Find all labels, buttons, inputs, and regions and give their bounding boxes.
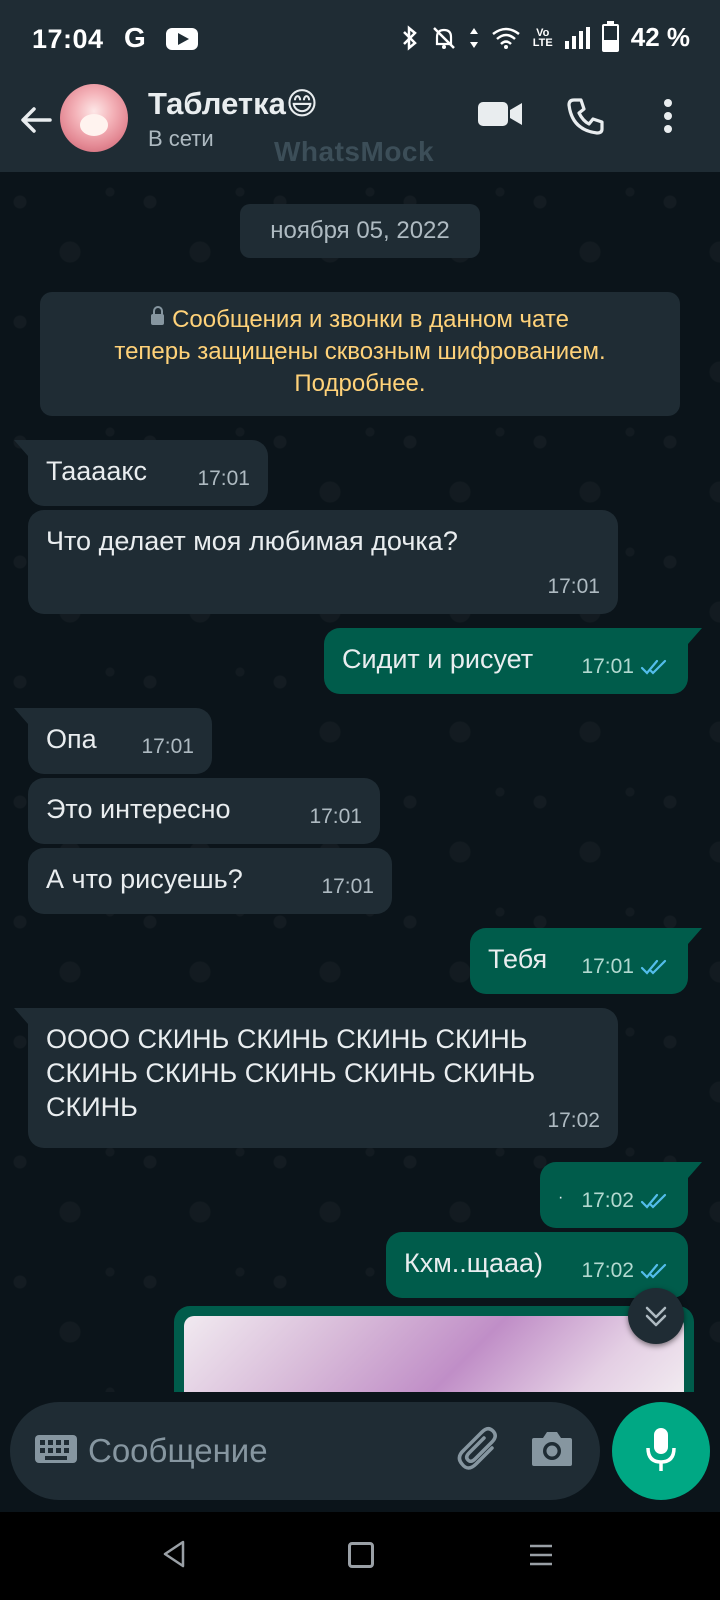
- battery-icon: [601, 20, 619, 52]
- encryption-learn-more-link[interactable]: Подробнее.: [40, 368, 680, 400]
- youtube-icon: [166, 28, 198, 50]
- video-call-icon[interactable]: [476, 98, 524, 130]
- chat-area[interactable]: ноября 05, 2022 Сообщения и звонки в дан…: [0, 172, 720, 1392]
- message-text: Опа: [46, 724, 97, 754]
- wifi-icon: [492, 27, 520, 49]
- status-bar: 17:04 G Vo LTE 42 %: [0, 0, 720, 82]
- double-check-icon: [640, 959, 667, 975]
- image-thumbnail[interactable]: [184, 1316, 684, 1392]
- message-text: ОООО СКИНЬ СКИНЬ СКИНЬ СКИНЬ СКИНЬ СКИНЬ…: [46, 1024, 536, 1122]
- message-time: 17:02: [581, 1189, 634, 1212]
- encryption-notice-line: Сообщения и звонки в данном чате: [172, 306, 569, 333]
- message-bubble[interactable]: · 17:02: [540, 1162, 702, 1228]
- encryption-notice[interactable]: Сообщения и звонки в данном чате теперь …: [40, 292, 680, 416]
- status-indicators: Vo LTE 42 %: [401, 20, 690, 53]
- data-arrows-icon: [469, 27, 478, 48]
- message-bubble[interactable]: Таааакс 17:01: [14, 440, 268, 506]
- message-text: Таааакс: [46, 456, 147, 486]
- google-icon: G: [124, 22, 146, 53]
- message-time: 17:01: [581, 955, 634, 978]
- message-time: 17:01: [197, 467, 250, 490]
- more-vert-icon[interactable]: [662, 98, 674, 134]
- volte-icon: Vo LTE: [532, 26, 553, 49]
- mic-icon: [646, 1428, 676, 1471]
- nav-recents-icon[interactable]: [528, 1542, 554, 1568]
- message-time: 17:02: [581, 1259, 634, 1282]
- date-chip: ноября 05, 2022: [240, 204, 480, 258]
- message-text: ·: [558, 1189, 564, 1206]
- message-time: 17:02: [547, 1109, 600, 1132]
- message-text: Что делает моя любимая дочка?: [46, 526, 458, 556]
- bluetooth-icon: [402, 24, 417, 51]
- message-text: Кхм..щааа): [404, 1248, 544, 1278]
- message-time: 17:01: [141, 735, 194, 758]
- composer-bar: Сообщение: [0, 1392, 720, 1510]
- mute-bell-icon: [432, 26, 455, 49]
- phone-icon[interactable]: [566, 96, 606, 136]
- keyboard-icon[interactable]: [34, 1434, 78, 1464]
- avatar[interactable]: [60, 84, 128, 152]
- contact-status: В сети: [148, 126, 214, 151]
- encryption-notice-line: теперь защищены сквозным шифрованием.: [114, 338, 606, 365]
- message-bubble[interactable]: Что делает моя любимая дочка? 17:01: [28, 510, 618, 614]
- system-nav-bar: [0, 1512, 720, 1600]
- signal-icon: [564, 26, 590, 49]
- chevron-down-icon: [645, 1306, 667, 1327]
- message-time: 17:01: [309, 805, 362, 828]
- contact-name[interactable]: Таблетка😄: [148, 86, 318, 122]
- message-bubble[interactable]: Сидит и рисует 17:01: [324, 628, 702, 694]
- back-arrow-icon[interactable]: [16, 100, 56, 140]
- double-check-icon: [640, 659, 667, 675]
- paperclip-icon[interactable]: [456, 1426, 502, 1474]
- message-bubble[interactable]: А что рисуешь? 17:01: [28, 848, 392, 914]
- camera-icon[interactable]: [530, 1428, 574, 1468]
- message-time: 17:01: [581, 655, 634, 678]
- message-input[interactable]: Сообщение: [10, 1402, 600, 1500]
- chat-header: Таблетка😄 В сети WhatsMock: [0, 82, 720, 172]
- message-bubble[interactable]: Тебя 17:01: [470, 928, 702, 994]
- scroll-down-button[interactable]: [628, 1288, 684, 1344]
- double-check-icon: [640, 1263, 667, 1279]
- message-bubble[interactable]: ОООО СКИНЬ СКИНЬ СКИНЬ СКИНЬ СКИНЬ СКИНЬ…: [14, 1008, 618, 1148]
- lock-icon: [151, 306, 165, 325]
- mic-button[interactable]: [612, 1402, 710, 1500]
- message-text: Это интересно: [46, 794, 231, 824]
- message-text: Сидит и рисует: [342, 644, 534, 674]
- message-text: Тебя: [488, 944, 548, 974]
- message-bubble[interactable]: Опа 17:01: [14, 708, 212, 774]
- message-text: А что рисуешь?: [46, 864, 243, 894]
- message-input-placeholder: Сообщение: [88, 1432, 268, 1469]
- nav-home-icon[interactable]: [348, 1542, 374, 1568]
- image-message[interactable]: [174, 1306, 694, 1392]
- nav-back-icon[interactable]: [162, 1540, 186, 1568]
- screen: 17:04 G Vo LTE 42 % Таблетка😄 В сети What…: [0, 0, 720, 1600]
- watermark: WhatsMock: [274, 136, 435, 167]
- message-bubble[interactable]: Это интересно 17:01: [28, 778, 380, 844]
- message-time: 17:01: [321, 875, 374, 898]
- status-time: 17:04: [32, 24, 104, 54]
- double-check-icon: [640, 1193, 667, 1209]
- battery-percent: 42 %: [630, 22, 690, 52]
- message-time: 17:01: [547, 575, 600, 598]
